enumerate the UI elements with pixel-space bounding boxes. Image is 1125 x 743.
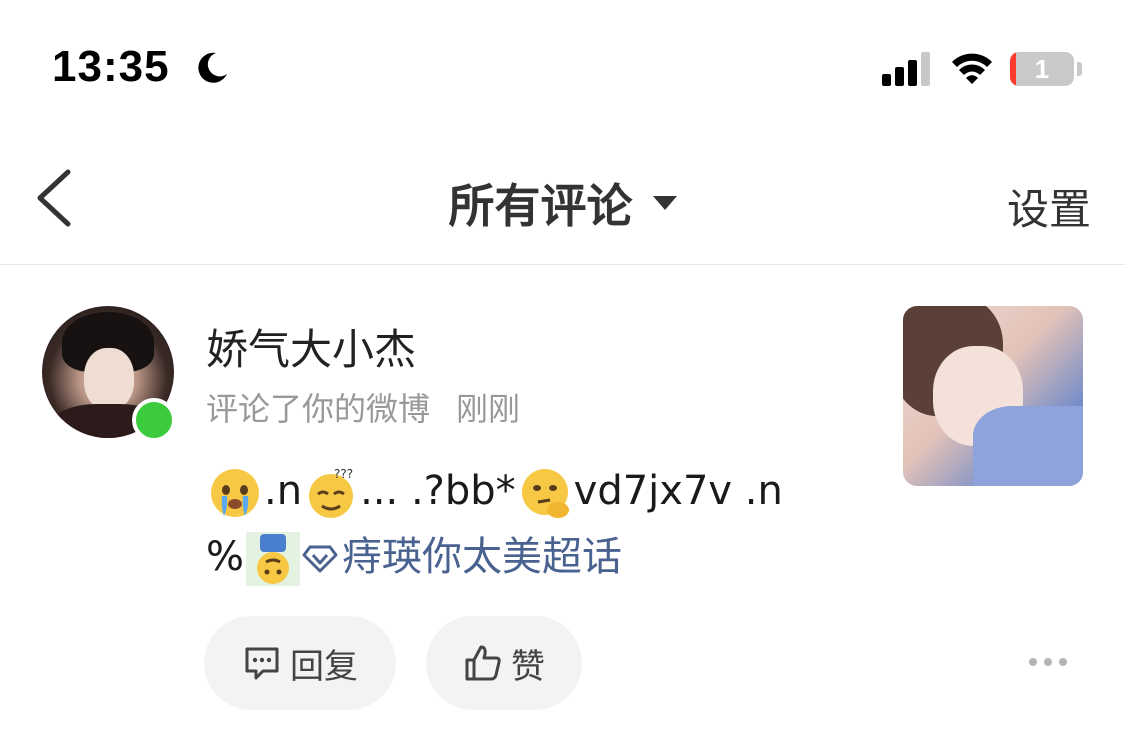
topic-link[interactable]: 痔瑛你太美超话 (342, 534, 622, 580)
comment-segment-1: .n (264, 468, 303, 514)
battery-icon: 1 (1010, 52, 1074, 86)
settings-button[interactable]: 设置 (1007, 176, 1091, 237)
status-time: 13:35 (52, 42, 170, 91)
thumbnail-shirt (973, 406, 1083, 486)
thinking-emoji (521, 469, 569, 518)
timestamp: 刚刚 (456, 390, 521, 428)
comment-text: .n ??? ... .?bb* vd7jx7v .n% 痔瑛你太美超话 (206, 458, 846, 590)
page-title: 所有评论 (448, 179, 633, 233)
action-text: 评论了你的微博 (206, 390, 431, 428)
diamond-icon (302, 545, 338, 573)
username[interactable]: 娇气大小杰 (206, 316, 416, 377)
action-line: 评论了你的微博 刚刚 (206, 384, 520, 430)
crying-emoji (211, 469, 259, 517)
dizzy-emoji: ??? (309, 467, 353, 518)
battery-cap (1077, 62, 1082, 76)
comment-segment-3: vd7jx7v .n (573, 468, 783, 514)
nav-bar: 所有评论 设置 (0, 130, 1125, 265)
moon-icon (198, 52, 227, 83)
comment-segment-4: % (206, 534, 245, 580)
online-status-dot (132, 398, 176, 442)
upside-down-emoji (246, 532, 301, 586)
svg-text:???: ??? (334, 467, 353, 481)
title-dropdown[interactable]: 所有评论 (0, 170, 1125, 236)
wifi-icon (952, 53, 992, 84)
battery-level: 1 (1034, 54, 1050, 84)
like-label: 赞 (511, 646, 545, 687)
reply-label: 回复 (290, 646, 358, 687)
avatar-face (84, 348, 134, 410)
more-icon[interactable] (1028, 656, 1068, 668)
caret-down-icon (652, 196, 677, 210)
thumbs-up-icon (465, 645, 501, 681)
weibo-thumbnail[interactable] (903, 306, 1083, 486)
comment-segment-2: ... .?bb* (360, 468, 516, 514)
comment-icon (245, 647, 279, 680)
status-bar: 13:35 1 (0, 0, 1125, 130)
like-button[interactable]: 赞 (426, 616, 582, 710)
reply-button[interactable]: 回复 (204, 616, 396, 710)
signal-icon (882, 52, 930, 86)
